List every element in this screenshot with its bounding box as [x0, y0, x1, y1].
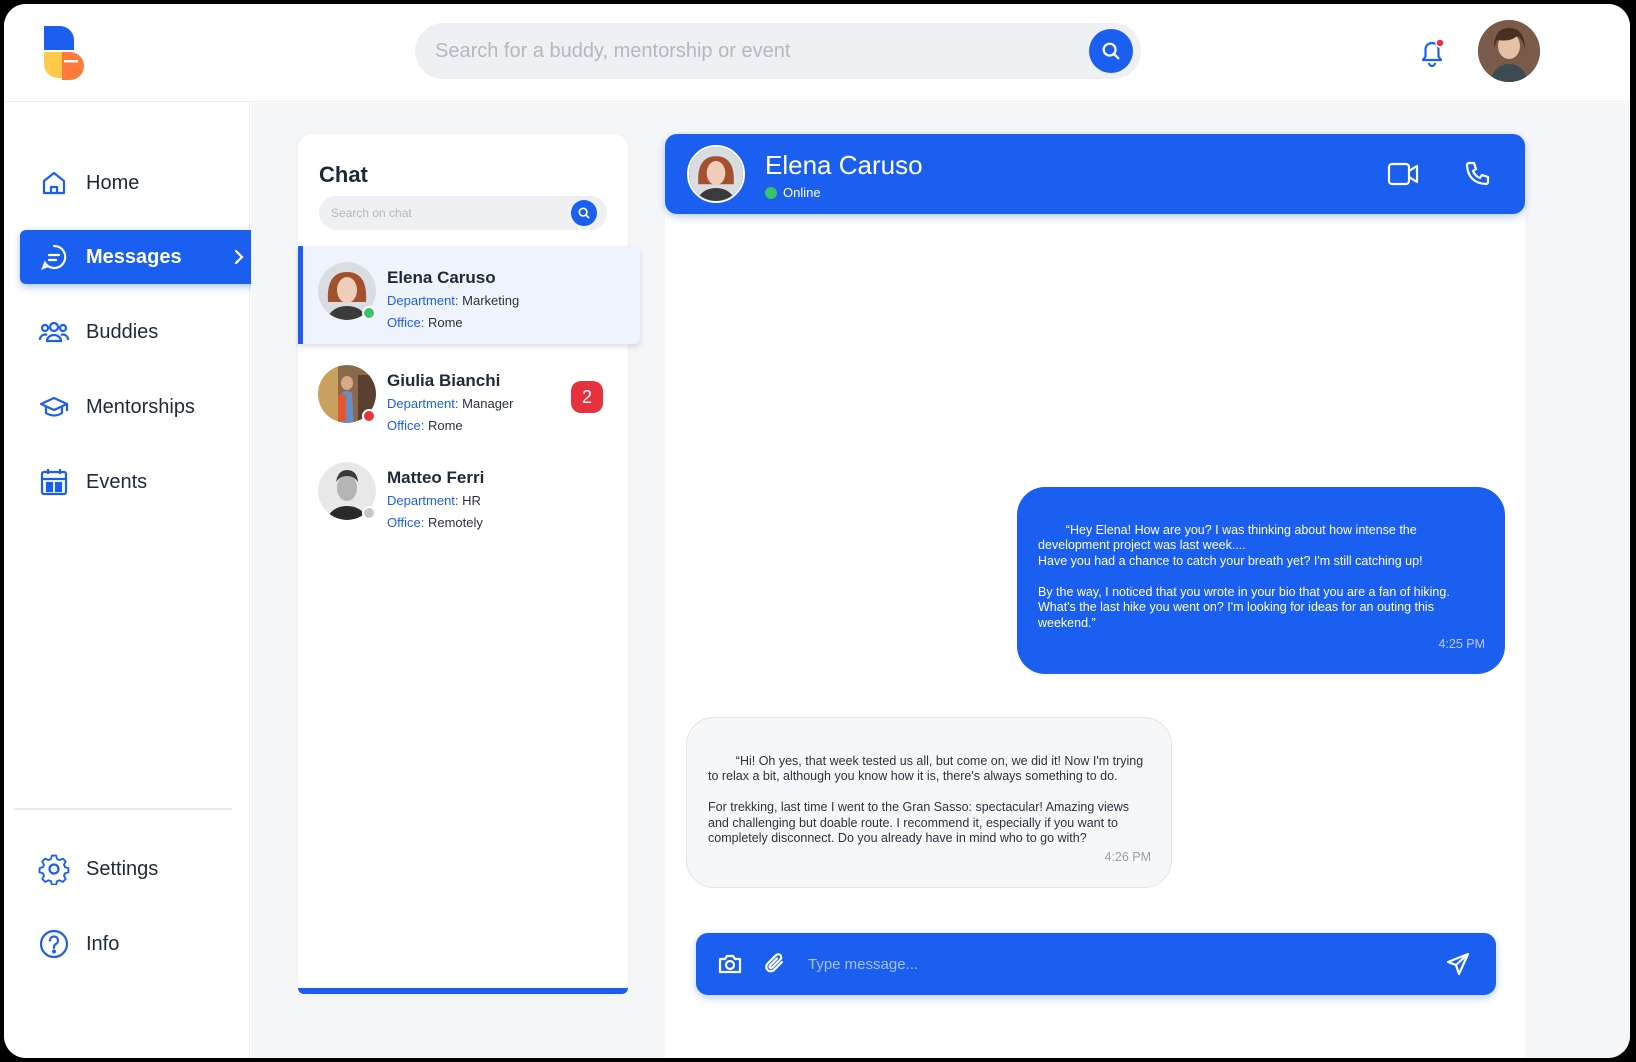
online-status-dot [362, 306, 376, 320]
conversation-status: Online [765, 185, 821, 200]
chevron-right-icon [234, 249, 244, 265]
chat-list-title: Chat [319, 162, 368, 187]
contact-office: Office: Rome [387, 418, 463, 433]
chat-contact-giulia-bianchi[interactable]: Giulia Bianchi Department: Manager Offic… [298, 349, 640, 447]
sidebar-item-info[interactable]: Info [20, 917, 264, 971]
message-bubble-outgoing: “Hey Elena! How are you? I was thinking … [1017, 487, 1505, 674]
chat-list-accent-bar [298, 988, 628, 994]
main-content: Chat Elena Caruso Department: Marketing … [251, 103, 1630, 1058]
question-icon [38, 928, 70, 960]
unread-badge: 2 [571, 381, 603, 413]
chat-search-button[interactable] [571, 200, 597, 226]
people-icon [38, 316, 70, 348]
sidebar-item-label: Events [86, 470, 148, 493]
conversation-header: Elena Caruso Online [665, 134, 1525, 214]
global-search [415, 23, 1141, 79]
sidebar-item-label: Info [86, 932, 120, 955]
global-search-input[interactable] [435, 23, 1075, 79]
bell-icon[interactable] [1414, 34, 1450, 70]
contact-name: Matteo Ferri [387, 468, 485, 487]
busy-status-dot [362, 409, 376, 423]
message-composer [696, 933, 1496, 995]
contact-office: Office: Remotely [387, 515, 483, 530]
contact-name: Elena Caruso [387, 268, 496, 287]
conversation-contact-name: Elena Caruso [765, 150, 923, 180]
message-icon [38, 241, 70, 273]
avatar[interactable] [687, 145, 745, 203]
online-status-dot [765, 186, 777, 199]
app-window: Home Messages Buddies Mentorships Eve [4, 4, 1630, 1058]
search-icon [1102, 42, 1120, 60]
sidebar-item-label: Mentorships [86, 395, 195, 418]
graduation-cap-icon [38, 391, 70, 423]
sidebar-item-buddies[interactable]: Buddies [20, 305, 264, 359]
phone-icon [1465, 161, 1490, 186]
message-time: 4:26 PM [1104, 849, 1151, 864]
sidebar-item-label: Messages [86, 245, 182, 268]
contact-name: Giulia Bianchi [387, 371, 501, 390]
attach-button[interactable] [759, 948, 791, 980]
sidebar-item-label: Settings [86, 857, 159, 880]
contact-department: Department: Marketing [387, 293, 520, 308]
sidebar-item-messages[interactable]: Messages [20, 230, 264, 284]
message-input[interactable] [808, 933, 1428, 995]
gear-icon [38, 853, 70, 885]
video-camera-icon [1387, 162, 1419, 186]
send-icon [1446, 952, 1470, 976]
profile-photo [1478, 20, 1540, 82]
contact-department: Department: Manager [387, 396, 514, 411]
chat-search-input[interactable] [331, 196, 561, 230]
message-bubble-incoming: “Hi! Oh yes, that week tested us all, bu… [686, 717, 1172, 888]
global-search-button[interactable] [1089, 29, 1133, 73]
voice-call-button[interactable] [1460, 156, 1496, 192]
send-button[interactable] [1442, 948, 1474, 980]
sidebar-item-events[interactable]: Events [20, 455, 264, 509]
chat-contact-elena-caruso[interactable]: Elena Caruso Department: Marketing Offic… [298, 246, 640, 344]
search-icon [578, 207, 590, 219]
camera-button[interactable] [714, 948, 746, 980]
sidebar: Home Messages Buddies Mentorships Events… [4, 102, 264, 1058]
camera-icon [718, 954, 742, 974]
sidebar-item-label: Home [86, 171, 140, 194]
offline-status-dot [362, 506, 376, 520]
sidebar-item-mentorships[interactable]: Mentorships [20, 380, 264, 434]
paperclip-icon [765, 953, 784, 973]
sidebar-item-label: Buddies [86, 320, 159, 343]
chat-contact-matteo-ferri[interactable]: Matteo Ferri Department: HR Office: Remo… [298, 446, 640, 544]
app-logo[interactable] [40, 22, 84, 82]
contact-department: Department: HR [387, 493, 481, 508]
top-bar [4, 4, 1630, 102]
chat-search [319, 196, 607, 230]
video-call-button[interactable] [1385, 156, 1421, 192]
conversation-panel: Elena Caruso Online “Hey Elena! How are … [665, 134, 1525, 1058]
calendar-icon [38, 466, 70, 498]
sidebar-divider [14, 808, 232, 810]
sidebar-item-settings[interactable]: Settings [20, 842, 264, 896]
sidebar-item-home[interactable]: Home [20, 156, 264, 210]
contact-office: Office: Rome [387, 315, 463, 330]
message-time: 4:25 PM [1438, 636, 1485, 651]
avatar[interactable] [1478, 20, 1540, 82]
message-text: “Hey Elena! How are you? I was thinking … [1038, 522, 1450, 630]
home-icon [38, 167, 70, 199]
chat-list-panel: Chat Elena Caruso Department: Marketing … [298, 134, 640, 994]
message-text: “Hi! Oh yes, that week tested us all, bu… [708, 753, 1144, 846]
